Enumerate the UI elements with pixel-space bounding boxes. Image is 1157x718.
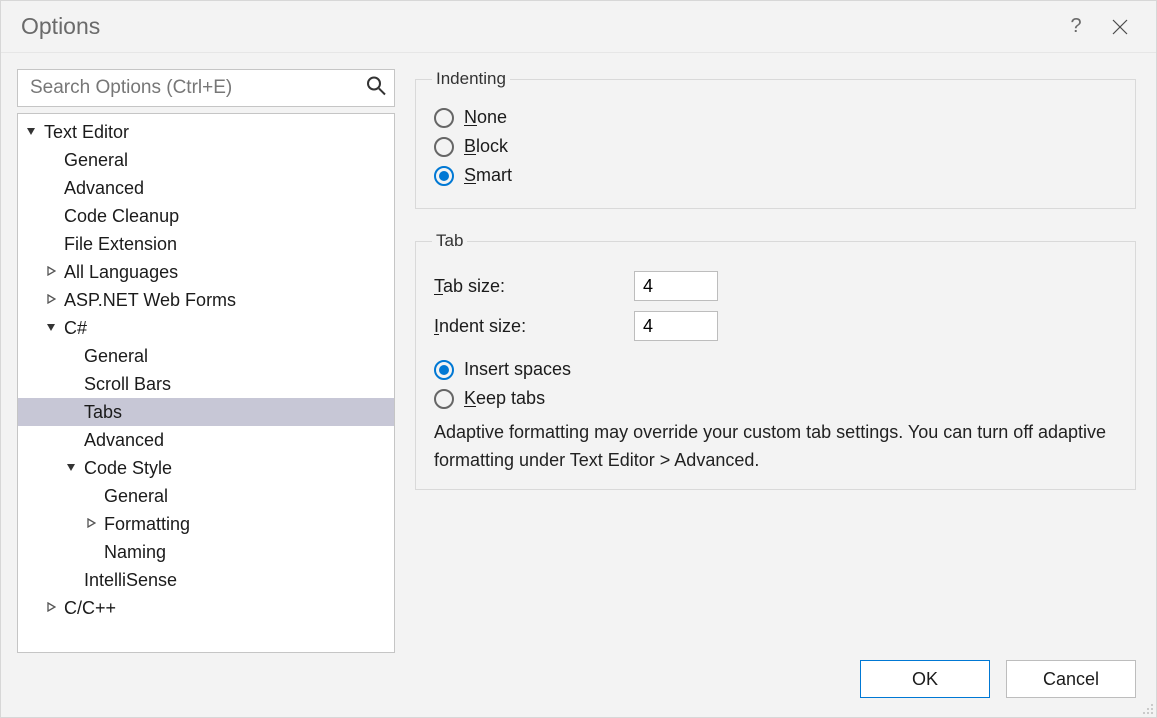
tree-item[interactable]: Text Editor [18, 118, 394, 146]
tree-item-label: Text Editor [44, 122, 129, 143]
tree-item-label: IntelliSense [84, 570, 177, 591]
tree-item-label: General [64, 150, 128, 171]
tree-item-label: C# [64, 318, 87, 339]
tree-item[interactable]: Advanced [18, 426, 394, 454]
tree-item-label: Code Cleanup [64, 206, 179, 227]
tree-item[interactable]: All Languages [18, 258, 394, 286]
title-bar: Options ? [1, 1, 1156, 53]
tree-item[interactable]: Scroll Bars [18, 370, 394, 398]
tree-item[interactable]: Code Style [18, 454, 394, 482]
tree-item-label: Advanced [64, 178, 144, 199]
indenting-option-none[interactable]: None [434, 107, 1117, 128]
tab-group: Tab Tab size: Indent size: Insert spaces [415, 231, 1136, 490]
indenting-option-smart[interactable]: Smart [434, 165, 1117, 186]
tab-size-label: Tab size: [434, 276, 634, 297]
caret-down-icon [26, 126, 38, 138]
indent-size-label: Indent size: [434, 316, 634, 337]
tree-item-label: ASP.NET Web Forms [64, 290, 236, 311]
tree-item[interactable]: Advanced [18, 174, 394, 202]
options-tree: Text Editor General Advanced Code Cleanup Fi… [17, 113, 395, 653]
tree-item[interactable]: General [18, 482, 394, 510]
indenting-option-block[interactable]: Block [434, 136, 1117, 157]
caret-down-icon [46, 322, 58, 334]
dialog-footer: OK Cancel [1, 653, 1156, 717]
indenting-option-label: None [464, 107, 507, 128]
tree-item[interactable]: Naming [18, 538, 394, 566]
radio-icon [434, 389, 454, 409]
search-box[interactable] [17, 69, 395, 107]
tree-item-label: General [84, 346, 148, 367]
settings-pane: Indenting None Block Smart Tab Tab size: I… [415, 69, 1144, 653]
caret-down-icon [66, 462, 78, 474]
help-button[interactable]: ? [1054, 5, 1098, 49]
tree-item-label: Tabs [84, 402, 122, 423]
tab-legend: Tab [432, 231, 467, 251]
close-icon [1112, 19, 1128, 35]
indenting-legend: Indenting [432, 69, 510, 89]
indent-size-row: Indent size: [434, 311, 1117, 341]
radio-icon [434, 360, 454, 380]
resize-grip-icon[interactable] [1138, 699, 1154, 715]
caret-right-icon [86, 518, 98, 530]
keep-tabs-radio[interactable]: Keep tabs [434, 388, 1117, 409]
options-dialog: Options ? Text Editor General Advanced Code… [0, 0, 1157, 718]
tree-item[interactable]: Tabs [18, 398, 394, 426]
tree-item-label: C/C++ [64, 598, 116, 619]
caret-right-icon [46, 294, 58, 306]
tree-item-label: All Languages [64, 262, 178, 283]
tree-item-label: File Extension [64, 234, 177, 255]
close-button[interactable] [1098, 5, 1142, 49]
search-input[interactable] [28, 76, 358, 100]
tree-item[interactable]: IntelliSense [18, 566, 394, 594]
search-icon [366, 76, 386, 101]
caret-right-icon [46, 602, 58, 614]
tree-item-label: Formatting [104, 514, 190, 535]
tree-item[interactable]: C/C++ [18, 594, 394, 622]
keep-tabs-label: Keep tabs [464, 388, 545, 409]
tree-item[interactable]: Formatting [18, 510, 394, 538]
tree-item-label: Scroll Bars [84, 374, 171, 395]
indenting-option-label: Smart [464, 165, 512, 186]
tree-item[interactable]: C# [18, 314, 394, 342]
left-pane: Text Editor General Advanced Code Cleanup Fi… [17, 69, 395, 653]
tree-item-label: Code Style [84, 458, 172, 479]
cancel-button[interactable]: Cancel [1006, 660, 1136, 698]
insert-spaces-radio[interactable]: Insert spaces [434, 359, 1117, 380]
tree-scroll[interactable]: Text Editor General Advanced Code Cleanup Fi… [18, 114, 394, 652]
tree-item[interactable]: Code Cleanup [18, 202, 394, 230]
tree-item-label: Naming [104, 542, 166, 563]
radio-icon [434, 137, 454, 157]
insert-spaces-label: Insert spaces [464, 359, 571, 380]
radio-icon [434, 166, 454, 186]
tree-item[interactable]: General [18, 146, 394, 174]
tree-item-label: General [104, 486, 168, 507]
indenting-group: Indenting None Block Smart [415, 69, 1136, 209]
tab-size-input[interactable] [634, 271, 718, 301]
tree-item[interactable]: File Extension [18, 230, 394, 258]
dialog-title: Options [21, 13, 100, 40]
adaptive-note: Adaptive formatting may override your cu… [434, 419, 1117, 475]
tree-item[interactable]: ASP.NET Web Forms [18, 286, 394, 314]
tab-size-row: Tab size: [434, 271, 1117, 301]
caret-right-icon [46, 266, 58, 278]
tree-item[interactable]: General [18, 342, 394, 370]
radio-icon [434, 108, 454, 128]
ok-button[interactable]: OK [860, 660, 990, 698]
indenting-option-label: Block [464, 136, 508, 157]
indent-size-input[interactable] [634, 311, 718, 341]
tree-item-label: Advanced [84, 430, 164, 451]
